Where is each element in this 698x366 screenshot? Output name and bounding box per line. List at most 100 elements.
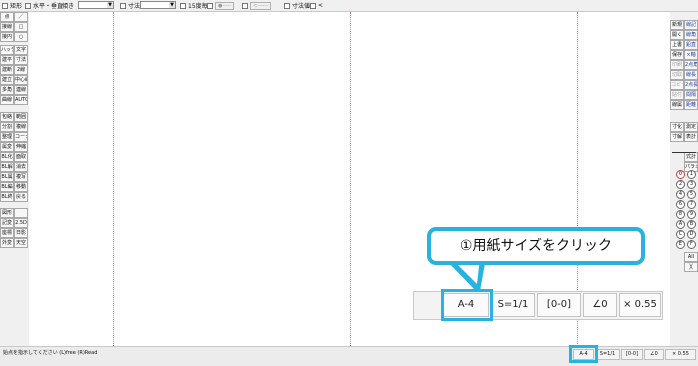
layer-button[interactable]: 3 xyxy=(687,180,696,189)
left-tool-button[interactable]: AUTO xyxy=(14,95,28,105)
right-tool-button[interactable]: 線長 xyxy=(684,70,698,80)
right-tool-button[interactable]: 測定 xyxy=(684,122,698,132)
right-tool-button[interactable]: 線角 xyxy=(684,30,698,40)
right-tool-button[interactable]: ×軸 xyxy=(684,50,698,60)
left-tool-button[interactable]: 分割 xyxy=(0,122,14,132)
left-tool-button[interactable]: 中心線 xyxy=(14,75,28,85)
left-tool-button[interactable]: 接線 xyxy=(0,22,14,32)
dim-checkbox[interactable] xyxy=(120,2,126,9)
layer-button[interactable]: 4 xyxy=(676,190,685,199)
angle-button[interactable]: ∠0 xyxy=(644,349,664,360)
layer-button[interactable]: 5 xyxy=(687,190,696,199)
left-tool-button[interactable]: コーナー xyxy=(14,132,28,142)
left-tool-button[interactable]: 伸縮 xyxy=(14,142,28,152)
layer-button[interactable]: C xyxy=(676,230,685,239)
zoomed-zoom-button[interactable]: × 0.55 xyxy=(619,293,661,317)
left-tool-button[interactable]: 寸法 xyxy=(14,55,28,65)
arrow-dash-checkbox[interactable] xyxy=(242,2,248,9)
close-icon[interactable]: ╳ xyxy=(684,262,698,272)
left-tool-button[interactable]: 接円 xyxy=(0,32,14,42)
slope-dropdown[interactable]: ▼ xyxy=(78,1,114,9)
right-tool-button[interactable]: 鉛直 xyxy=(684,40,698,50)
left-tool-button[interactable]: 複写 xyxy=(14,172,28,182)
right-tool-button[interactable]: 寸解 xyxy=(670,132,684,142)
layer-button[interactable]: 8 xyxy=(676,210,685,219)
left-tool-button[interactable]: 範囲 xyxy=(14,112,28,122)
layer-button[interactable]: 2 xyxy=(676,180,685,189)
left-tool-button[interactable]: 2.5D xyxy=(14,218,28,228)
right-tool-button[interactable]: 線属 xyxy=(670,100,684,110)
arrow-option[interactable]: < xyxy=(310,1,323,10)
right-tool-button[interactable]: 保存 xyxy=(670,50,684,60)
right-tool-button[interactable]: 表計 xyxy=(684,132,698,142)
left-tool-button[interactable]: BL終 xyxy=(0,192,14,202)
left-tool-button[interactable]: 建平 xyxy=(0,55,14,65)
right-tool-button[interactable]: コピー xyxy=(670,80,684,90)
right-tool-button[interactable]: 寸化 xyxy=(670,122,684,132)
layer-button[interactable]: D xyxy=(687,230,696,239)
left-tool-button[interactable]: 多角 xyxy=(0,85,14,95)
arrow-dash-button[interactable]: <------ xyxy=(250,1,272,10)
left-tool-button[interactable]: 面取 xyxy=(14,152,28,162)
left-tool-button[interactable]: BL化 xyxy=(0,152,14,162)
left-tool-button[interactable]: 複線 xyxy=(14,122,28,132)
circle-point-checkbox[interactable] xyxy=(207,2,213,9)
left-tool-button[interactable]: 戻る xyxy=(14,192,28,202)
layer-button[interactable]: 9 xyxy=(687,210,696,219)
right-tool-button[interactable]: 線記 xyxy=(684,20,698,30)
left-tool-button[interactable] xyxy=(14,208,28,218)
layer-button[interactable]: 0 xyxy=(676,170,685,179)
left-tool-button[interactable]: 座標 xyxy=(0,228,14,238)
left-tool-button[interactable]: 図形 xyxy=(0,208,14,218)
left-tool-button[interactable]: 建断 xyxy=(0,65,14,75)
left-tool-button[interactable]: ／ xyxy=(14,12,28,22)
right-tool-button[interactable]: 式計 xyxy=(684,152,698,162)
zoom-button[interactable]: × 0.55 xyxy=(665,349,696,360)
scale-button[interactable]: S=1/1 xyxy=(595,349,620,360)
circle-point-option[interactable]: ●----- xyxy=(207,1,235,10)
horiz-vert-checkbox[interactable] xyxy=(25,2,31,9)
arrow-dash-option[interactable]: <------ xyxy=(242,1,272,10)
layer-button[interactable]: A xyxy=(676,220,685,229)
zoomed-scale-button[interactable]: S=1/1 xyxy=(491,293,535,317)
layer-button[interactable]: E xyxy=(676,240,685,249)
layer-button[interactable]: F xyxy=(687,240,696,249)
right-tool-button[interactable]: 切取 xyxy=(670,70,684,80)
right-tool-button[interactable]: 貼付 xyxy=(670,90,684,100)
dim-option[interactable]: 寸法 xyxy=(120,1,140,10)
left-tool-button[interactable]: 曲線 xyxy=(0,95,14,105)
layer-button[interactable]: 6 xyxy=(676,200,685,209)
arrow-checkbox[interactable] xyxy=(310,2,316,9)
left-tool-button[interactable]: □ xyxy=(14,22,28,32)
left-tool-button[interactable]: BL編 xyxy=(0,182,14,192)
right-tool-button[interactable]: 印刷 xyxy=(670,60,684,70)
left-tool-button[interactable]: 整理 xyxy=(0,132,14,142)
left-tool-button[interactable]: 建立 xyxy=(0,75,14,85)
left-tool-button[interactable]: 2線 xyxy=(14,65,28,75)
rect-checkbox[interactable] xyxy=(2,2,8,9)
right-tool-button[interactable]: 2点角 xyxy=(684,60,698,70)
left-tool-button[interactable]: BL解 xyxy=(0,162,14,172)
zoomed-angle-button[interactable]: ∠0 xyxy=(583,293,617,317)
dim-value-checkbox[interactable] xyxy=(284,2,290,9)
left-tool-button[interactable]: ハッチ xyxy=(0,45,14,55)
left-tool-button[interactable]: 日影 xyxy=(14,228,28,238)
left-tool-button[interactable]: BL属 xyxy=(0,172,14,182)
left-tool-button[interactable]: 属変 xyxy=(0,142,14,152)
deg15-option[interactable]: 15度毎 xyxy=(180,1,208,10)
dim-value-option[interactable]: 寸法値 xyxy=(284,1,310,10)
right-tool-button[interactable]: 新規 xyxy=(670,20,684,30)
line-type-sample[interactable] xyxy=(672,152,696,153)
left-tool-button[interactable]: 外変 xyxy=(0,238,14,248)
zoomed-layer-button[interactable]: [0-0] xyxy=(537,293,581,317)
circle-point-button[interactable]: ●----- xyxy=(215,1,235,10)
right-tool-button[interactable]: 間隔 xyxy=(684,90,698,100)
left-tool-button[interactable]: 移動 xyxy=(14,182,28,192)
left-tool-button[interactable]: 点 xyxy=(0,12,14,22)
left-tool-button[interactable]: 連線 xyxy=(14,85,28,95)
left-tool-button[interactable]: 消去 xyxy=(14,162,28,172)
right-tool-button[interactable]: 上書 xyxy=(670,40,684,50)
layer-button[interactable]: 1 xyxy=(687,170,696,179)
right-tool-button[interactable]: 2点長 xyxy=(684,80,698,90)
layer-all-button[interactable]: All xyxy=(684,252,698,262)
